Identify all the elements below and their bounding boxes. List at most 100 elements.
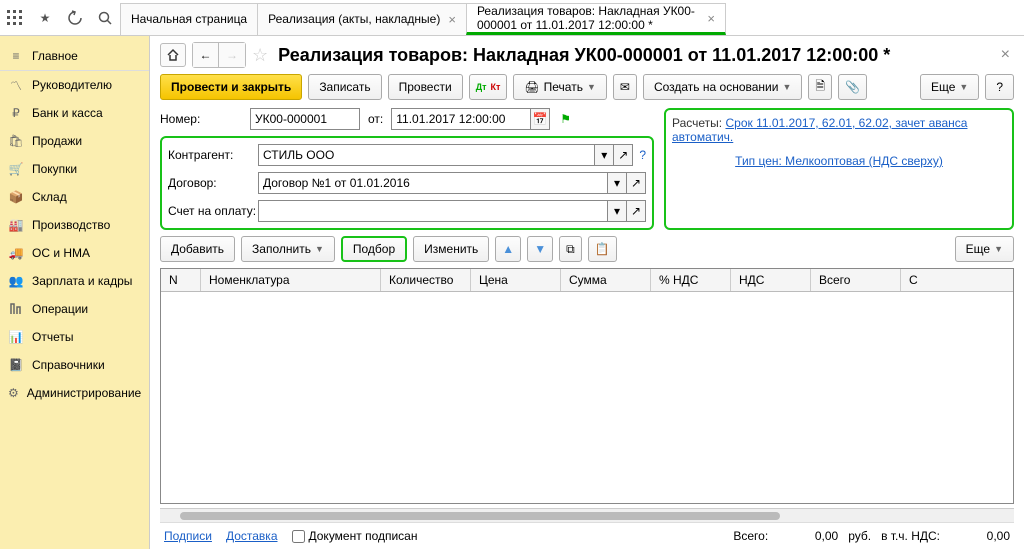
ops-icon	[8, 301, 24, 317]
sidebar-item-purchases[interactable]: 🛒Покупки	[0, 155, 149, 183]
apps-icon[interactable]	[6, 9, 24, 27]
move-up-button[interactable]: ▲	[495, 236, 521, 262]
button-label: Провести	[399, 80, 452, 94]
mail-button[interactable]: ✉	[613, 74, 637, 100]
sidebar-item-label: Операции	[32, 302, 88, 316]
sidebar-item-reports[interactable]: 📊Отчеты	[0, 323, 149, 351]
paste-button[interactable]: 📋	[588, 236, 617, 262]
col-sum[interactable]: Сумма	[561, 269, 651, 291]
open-icon: ↗	[631, 176, 641, 190]
sidebar-item-salary[interactable]: 👥Зарплата и кадры	[0, 267, 149, 295]
print-button[interactable]: 🖨Печать▼	[513, 74, 606, 100]
bag-icon: 🛍	[8, 133, 24, 149]
dropdown-button[interactable]: ▾	[607, 200, 627, 222]
sidebar-item-label: Зарплата и кадры	[32, 274, 132, 288]
arrow-down-icon: ▼	[534, 242, 546, 256]
fill-button[interactable]: Заполнить▼	[241, 236, 335, 262]
search-icon[interactable]	[96, 9, 114, 27]
open-button[interactable]: ↗	[626, 172, 646, 194]
files-button[interactable]: 🗎	[808, 74, 832, 100]
copy-button[interactable]: ⧉	[559, 236, 582, 262]
caret-down-icon: ▼	[959, 82, 968, 92]
close-icon[interactable]: ×	[448, 13, 456, 26]
create-based-button[interactable]: Создать на основании▼	[643, 74, 802, 100]
history-icon[interactable]	[66, 9, 84, 27]
post-button[interactable]: Провести	[388, 74, 463, 100]
close-icon[interactable]: ×	[997, 46, 1014, 64]
dt-kt-button[interactable]: ДтКт	[469, 74, 508, 100]
date-field[interactable]	[391, 108, 531, 130]
price-type-link[interactable]: Тип цен: Мелкооптовая (НДС сверху)	[735, 154, 943, 168]
sidebar-item-ops[interactable]: Операции	[0, 295, 149, 323]
sidebar-item-label: Производство	[32, 218, 110, 232]
sidebar-item-main[interactable]: ≡ Главное	[0, 42, 149, 71]
change-button[interactable]: Изменить	[413, 236, 489, 262]
open-button[interactable]: ↗	[626, 200, 646, 222]
open-button[interactable]: ↗	[613, 144, 633, 166]
header-row: ← → ☆ Реализация товаров: Накладная УК00…	[160, 42, 1014, 68]
attach-button[interactable]: 📎	[838, 74, 867, 100]
back-button[interactable]: ←	[193, 43, 219, 67]
signed-checkbox[interactable]	[292, 530, 305, 543]
sidebar-item-os[interactable]: 🚚ОС и НМА	[0, 239, 149, 267]
calendar-button[interactable]: 📅	[530, 108, 550, 130]
tab-start[interactable]: Начальная страница	[120, 3, 258, 35]
home-button[interactable]	[160, 43, 186, 67]
button-label: Создать на основании	[654, 80, 779, 94]
favorite-star-icon[interactable]: ☆	[252, 45, 268, 66]
col-n[interactable]: N	[161, 269, 201, 291]
add-button[interactable]: Добавить	[160, 236, 235, 262]
sidebar-item-refs[interactable]: 📓Справочники	[0, 351, 149, 379]
number-field[interactable]	[250, 108, 360, 130]
write-button[interactable]: Записать	[308, 74, 381, 100]
dropdown-button[interactable]: ▾	[594, 144, 614, 166]
tabs: Начальная страница Реализация (акты, нак…	[120, 0, 1024, 35]
dropdown-button[interactable]: ▾	[607, 172, 627, 194]
tab-document[interactable]: Реализация товаров: Накладная УК00-00000…	[466, 3, 726, 35]
sidebar-item-label: Главное	[32, 49, 78, 63]
sidebar-item-admin[interactable]: ⚙Администрирование	[0, 379, 149, 407]
sidebar-item-bank[interactable]: ₽Банк и касса	[0, 99, 149, 127]
signed-label: Документ подписан	[309, 529, 418, 543]
vat-value: 0,00	[950, 529, 1010, 543]
col-qty[interactable]: Количество	[381, 269, 471, 291]
close-icon[interactable]: ×	[707, 12, 715, 25]
star-icon[interactable]: ★	[36, 9, 54, 27]
pick-button[interactable]: Подбор	[341, 236, 407, 262]
scrollbar-thumb[interactable]	[180, 512, 780, 520]
contract-field[interactable]	[258, 172, 608, 194]
sidebar: ≡Главное 〽Руководителю ₽Банк и касса 🛍Пр…	[0, 36, 150, 549]
cart-icon: 🛒	[8, 161, 24, 177]
move-down-button[interactable]: ▼	[527, 236, 553, 262]
help-button[interactable]: ?	[985, 74, 1014, 100]
table-more-button[interactable]: Еще▼	[955, 236, 1014, 262]
table-body[interactable]	[161, 292, 1013, 392]
forward-button[interactable]: →	[219, 43, 245, 67]
toolbar-icons-group: ★	[0, 0, 120, 35]
delivery-link[interactable]: Доставка	[226, 529, 278, 543]
col-vat-pct[interactable]: % НДС	[651, 269, 731, 291]
items-table[interactable]: N Номенклатура Количество Цена Сумма % Н…	[160, 268, 1014, 504]
sidebar-item-sales[interactable]: 🛍Продажи	[0, 127, 149, 155]
col-total[interactable]: Всего	[811, 269, 901, 291]
col-acc[interactable]: С	[901, 269, 1013, 291]
col-vat[interactable]: НДС	[731, 269, 811, 291]
signed-checkbox-wrap[interactable]: Документ подписан	[292, 529, 418, 543]
menu-icon: ≡	[8, 48, 24, 64]
signatures-link[interactable]: Подписи	[164, 529, 212, 543]
invoice-field[interactable]	[258, 200, 608, 222]
sidebar-item-production[interactable]: 🏭Производство	[0, 211, 149, 239]
tab-realizations[interactable]: Реализация (акты, накладные)×	[257, 3, 467, 35]
col-nomen[interactable]: Номенклатура	[201, 269, 381, 291]
sidebar-item-stock[interactable]: 📦Склад	[0, 183, 149, 211]
sidebar-item-leader[interactable]: 〽Руководителю	[0, 71, 149, 99]
post-and-close-button[interactable]: Провести и закрыть	[160, 74, 302, 100]
currency-label: руб.	[848, 529, 871, 543]
truck-icon: 🚚	[8, 245, 24, 261]
sidebar-item-label: Руководителю	[32, 78, 112, 92]
partner-help-link[interactable]: ?	[639, 148, 646, 162]
partner-field[interactable]	[258, 144, 595, 166]
col-price[interactable]: Цена	[471, 269, 561, 291]
horizontal-scrollbar[interactable]	[160, 508, 1014, 522]
more-button[interactable]: Еще▼	[920, 74, 979, 100]
